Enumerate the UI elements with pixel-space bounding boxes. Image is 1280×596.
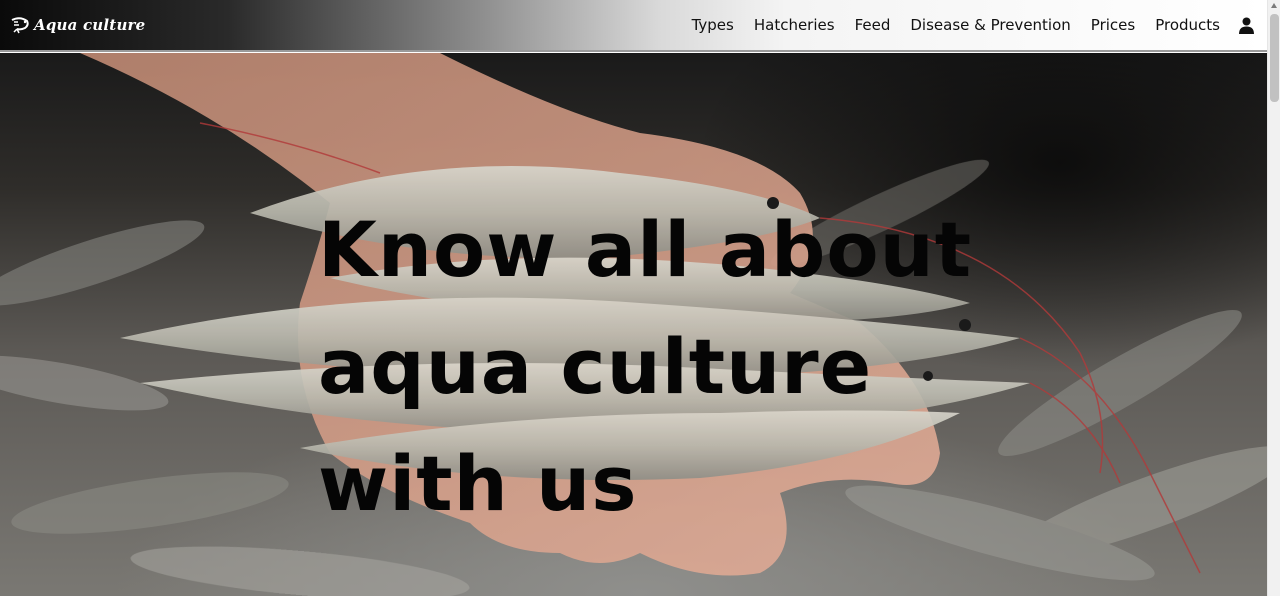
hero-headline: Know all about aqua culture with us <box>318 191 1038 542</box>
nav-products[interactable]: Products <box>1155 16 1220 34</box>
page-scrollbar[interactable] <box>1267 0 1280 596</box>
scroll-up-arrow-icon[interactable] <box>1271 3 1277 8</box>
hero-headline-line-2: aqua culture <box>318 322 873 411</box>
nav-feed[interactable]: Feed <box>855 16 891 34</box>
brand-name: Aqua culture <box>34 16 146 34</box>
nav-types[interactable]: Types <box>692 16 734 34</box>
brand-link[interactable]: Aqua culture <box>10 0 145 51</box>
hero-headline-line-3: with us <box>318 439 638 528</box>
hero-banner: Know all about aqua culture with us <box>0 53 1267 596</box>
scrollbar-thumb[interactable] <box>1270 14 1279 102</box>
nav-disease-prevention[interactable]: Disease & Prevention <box>910 16 1070 34</box>
shrimp-logo-icon <box>10 15 30 35</box>
navbar: Aqua culture Types Hatcheries Feed Disea… <box>0 0 1267 52</box>
nav-prices[interactable]: Prices <box>1091 16 1135 34</box>
user-icon[interactable] <box>1239 16 1255 34</box>
nav-hatcheries[interactable]: Hatcheries <box>754 16 835 34</box>
nav-links: Types Hatcheries Feed Disease & Preventi… <box>692 0 1255 51</box>
hero-headline-line-1: Know all about <box>318 205 973 294</box>
